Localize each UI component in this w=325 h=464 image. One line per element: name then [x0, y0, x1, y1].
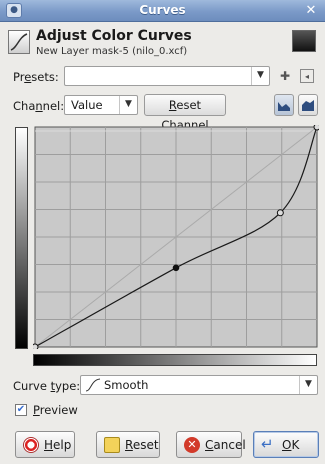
ok-icon: ↵ — [261, 435, 274, 453]
channel-combo[interactable]: Value ▼ — [64, 95, 138, 115]
chevron-down-icon: ▼ — [119, 96, 137, 114]
logarithmic-histogram-icon[interactable] — [298, 94, 318, 116]
curve-type-label: Curve type: — [13, 379, 81, 393]
preset-menu-icon[interactable]: ◂ — [300, 69, 314, 83]
chevron-down-icon: ▼ — [251, 67, 269, 85]
ok-button[interactable]: ↵ OK — [253, 431, 319, 458]
presets-combo[interactable]: ▼ — [64, 66, 270, 86]
smooth-curve-icon — [85, 378, 101, 395]
dialog-header: Adjust Color Curves New Layer mask-5 (ni… — [8, 28, 318, 62]
title-bar: ● Curves ✕ — [0, 0, 325, 22]
window-title: Curves — [139, 3, 186, 17]
input-gradient-bar — [33, 354, 317, 366]
curve-type-combo[interactable]: Smooth ▼ — [80, 375, 318, 395]
preview-checkbox[interactable]: ✔ — [15, 404, 27, 416]
dialog-subtitle: New Layer mask-5 (nilo_0.xcf) — [36, 46, 188, 57]
presets-label: Presets: — [13, 70, 59, 84]
preview-label: Preview — [33, 403, 78, 417]
dialog-title: Adjust Color Curves — [36, 28, 192, 44]
reset-channel-button[interactable]: Reset Channel — [144, 94, 226, 132]
curves-tool-icon — [8, 30, 30, 54]
channel-value: Value — [71, 98, 103, 112]
curve-type-value: Smooth — [104, 378, 149, 392]
curve-graph[interactable] — [31, 123, 321, 351]
curve-control-point[interactable] — [276, 209, 284, 217]
chevron-down-icon: ▼ — [299, 376, 317, 394]
channel-label: Channel: — [13, 99, 65, 113]
reset-icon — [104, 437, 120, 453]
curve-control-point[interactable] — [313, 123, 321, 131]
curve-control-point[interactable] — [172, 264, 180, 272]
output-gradient-bar — [15, 127, 28, 349]
help-icon — [23, 437, 39, 453]
close-icon[interactable]: ✕ — [303, 3, 319, 18]
curve-control-point[interactable] — [31, 343, 39, 351]
reset-button[interactable]: Reset — [96, 431, 160, 458]
cancel-button[interactable]: ✕ Cancel — [176, 431, 246, 458]
linear-histogram-icon[interactable] — [274, 94, 294, 116]
add-preset-icon[interactable]: ✚ — [278, 69, 292, 83]
drawable-preview — [292, 30, 316, 52]
help-button[interactable]: Help — [15, 431, 75, 458]
cancel-icon: ✕ — [184, 437, 200, 453]
